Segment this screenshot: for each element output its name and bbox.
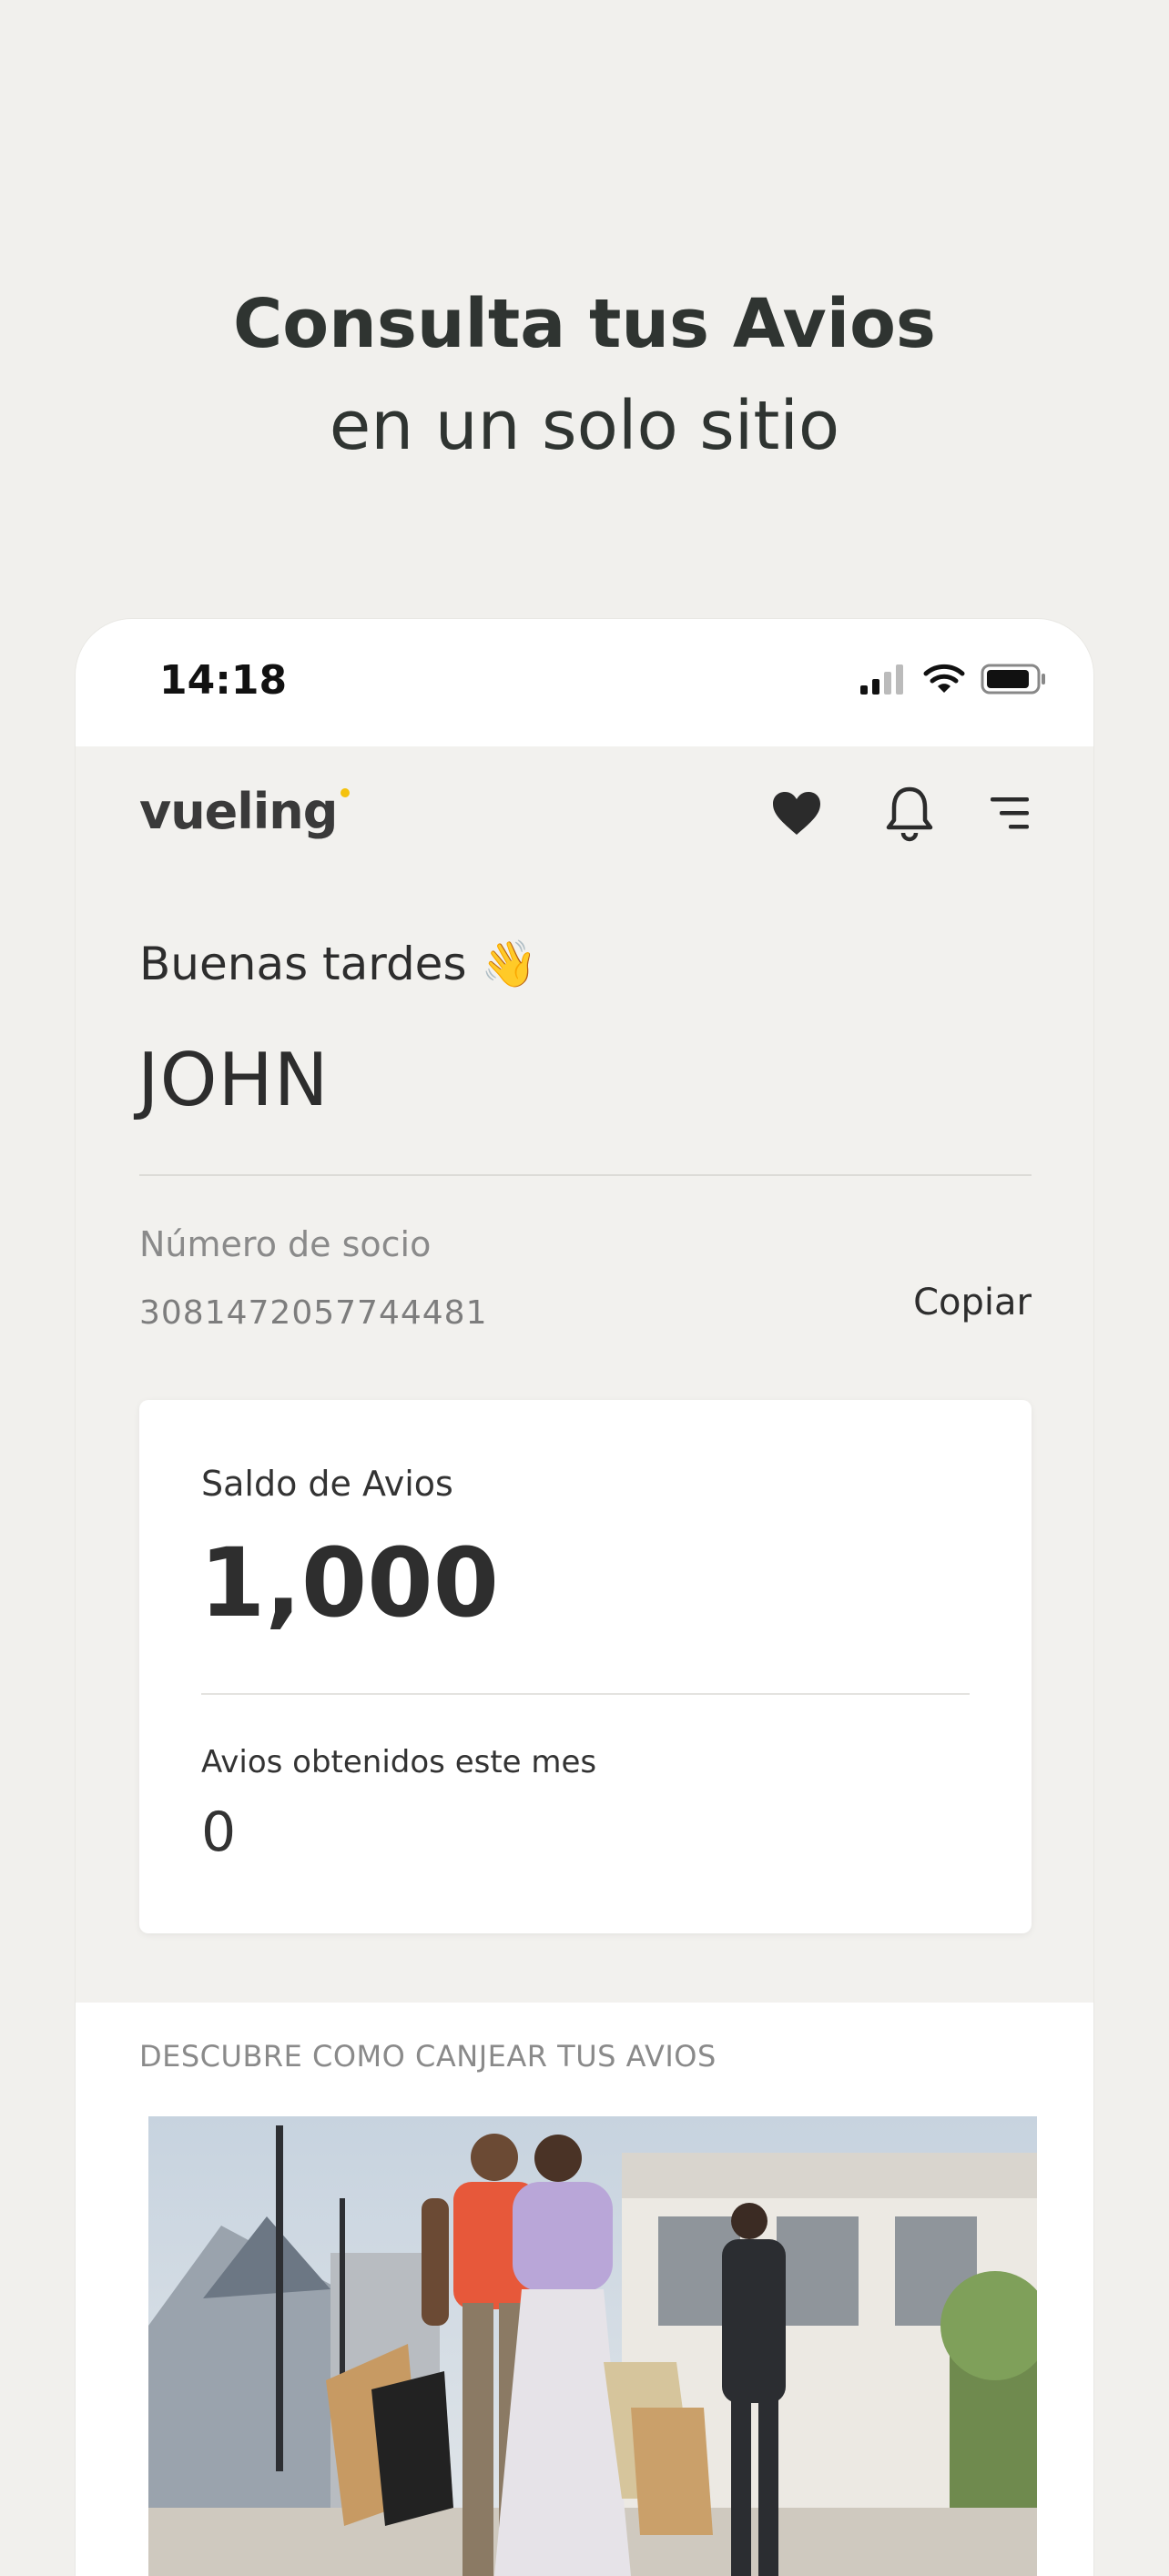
- balance-value: 1,000: [199, 1527, 499, 1638]
- member-number: 3081472057744481: [139, 1294, 488, 1332]
- heart-icon[interactable]: [767, 785, 826, 843]
- battery-icon: [981, 663, 1048, 699]
- logo-dot: [341, 788, 351, 797]
- avios-balance-card: Saldo de Avios 1,000 Avios obtenidos est…: [139, 1400, 1032, 1933]
- phone-frame: 14:18 vueling Buenas tardes 👋 JOHN Númer…: [76, 619, 1093, 2576]
- app-bar: vueling: [76, 746, 1093, 883]
- logo-text: vueling: [139, 783, 338, 840]
- vueling-logo: vueling: [139, 783, 351, 840]
- status-icons: [859, 663, 1048, 699]
- cellular-signal-icon: [859, 664, 908, 698]
- status-time: 14:18: [159, 657, 288, 704]
- headline-line-1: Consulta tus Avios: [233, 285, 936, 363]
- promo-image[interactable]: [148, 2116, 1037, 2576]
- month-avios-label: Avios obtenidos este mes: [201, 1744, 597, 1780]
- status-bar: 14:18: [76, 619, 1093, 746]
- member-number-label: Número de socio: [139, 1224, 432, 1264]
- menu-icon[interactable]: [981, 785, 1039, 843]
- divider: [139, 1174, 1032, 1176]
- month-avios-value: 0: [201, 1800, 237, 1864]
- discover-title: DESCUBRE COMO CANJEAR TUS AVIOS: [139, 2039, 717, 2074]
- greeting: Buenas tardes 👋: [139, 938, 538, 990]
- bell-icon[interactable]: [880, 785, 939, 843]
- card-divider: [201, 1693, 970, 1695]
- headline: Consulta tus Avios en un solo sitio: [0, 273, 1169, 477]
- user-name: JOHN: [137, 1038, 330, 1122]
- headline-line-2: en un solo sitio: [329, 387, 840, 465]
- balance-label: Saldo de Avios: [201, 1464, 453, 1504]
- wifi-icon: [922, 663, 966, 699]
- copy-button[interactable]: Copiar: [913, 1282, 1032, 1323]
